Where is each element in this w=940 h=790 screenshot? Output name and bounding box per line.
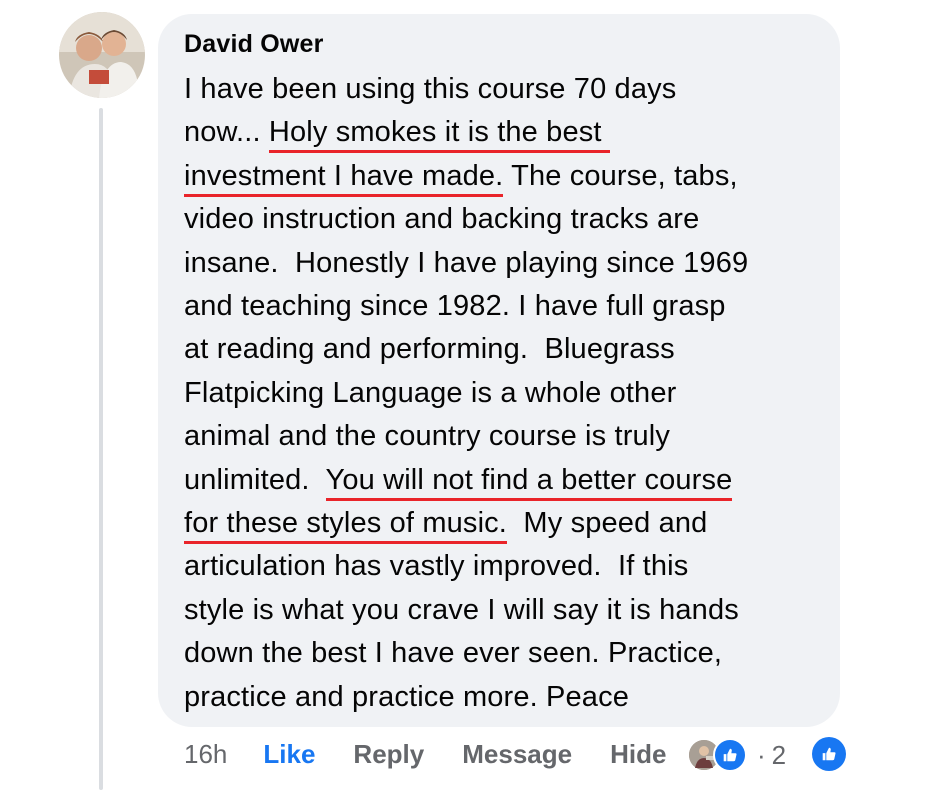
highlighted-text: for these styles of music. [184,507,508,545]
comment-line: articulation has vastly improved. If thi… [184,545,824,588]
comment-text-segment: articulation has vastly improved. If thi… [184,550,689,583]
comment-line: Flatpicking Language is a whole other [184,372,824,415]
comment-line: now... Holy smokes it is the best [184,111,824,154]
comment-actions: 16h Like Reply Message Hide [184,734,704,774]
highlighted-text: Holy smokes it is the best [268,116,610,154]
comment-line: for these styles of music. My speed and [184,502,824,545]
reaction-count: 2 [771,739,787,770]
comment-text-segment: animal and the country course is truly [184,420,671,453]
comment-text-segment: style is what you crave I will say it is… [184,593,739,626]
comment-line: video instruction and backing tracks are [184,198,824,241]
like-reaction-icon [713,738,747,772]
comment-line: unlimited. You will not find a better co… [184,459,824,502]
author-avatar[interactable] [59,12,145,98]
comment-text-segment: insane. Honestly I have playing since 19… [184,246,749,279]
message-button[interactable]: Message [462,739,572,770]
avatar-photo-icon [59,12,145,98]
hide-button[interactable]: Hide [610,739,666,770]
highlighted-text: investment I have made. [184,159,504,197]
comment-text-segment: unlimited. [184,463,326,496]
comment-text-segment: at reading and performing. Bluegrass [184,333,675,366]
comment-text-segment: and teaching since 1982. I have full gra… [184,290,726,323]
comment-line: and teaching since 1982. I have full gra… [184,285,824,328]
highlighted-text: You will not find a better course [325,463,733,501]
comment-line: practice and practice more. Peace [184,676,824,719]
comment-text-segment: Flatpicking Language is a whole other [184,376,677,409]
comment-line: down the best I have ever seen. Practice… [184,632,824,675]
like-button[interactable]: Like [263,739,315,770]
comment-text-segment: The course, tabs, [503,159,738,192]
comment-line: animal and the country course is truly [184,415,824,458]
comment-text-segment: video instruction and backing tracks are [184,203,700,236]
comment-text-segment: I have been using this course 70 days [184,73,677,105]
reply-button[interactable]: Reply [353,739,424,770]
comment-line: insane. Honestly I have playing since 19… [184,242,824,285]
comment-text-segment: down the best I have ever seen. Practice… [184,637,723,670]
comment-line: style is what you crave I will say it is… [184,589,824,632]
comment-timestamp[interactable]: 16h [184,739,227,770]
comment-line: I have been using this course 70 days [184,68,824,111]
comment-text: I have been using this course 70 days now… [184,68,824,719]
comment-text-segment: My speed and [507,507,708,540]
like-icon[interactable] [812,737,846,771]
reaction-separator: · [757,739,766,770]
reaction-summary[interactable]: · 2 [687,737,786,773]
comment-line: at reading and performing. Bluegrass [184,328,824,371]
comment-text-segment: practice and practice more. Peace [184,680,630,713]
thread-line [99,108,103,790]
comment-author[interactable]: David Ower [184,30,324,59]
comment-text-segment: now... [184,116,269,149]
comment-line: investment I have made. The course, tabs… [184,155,824,198]
